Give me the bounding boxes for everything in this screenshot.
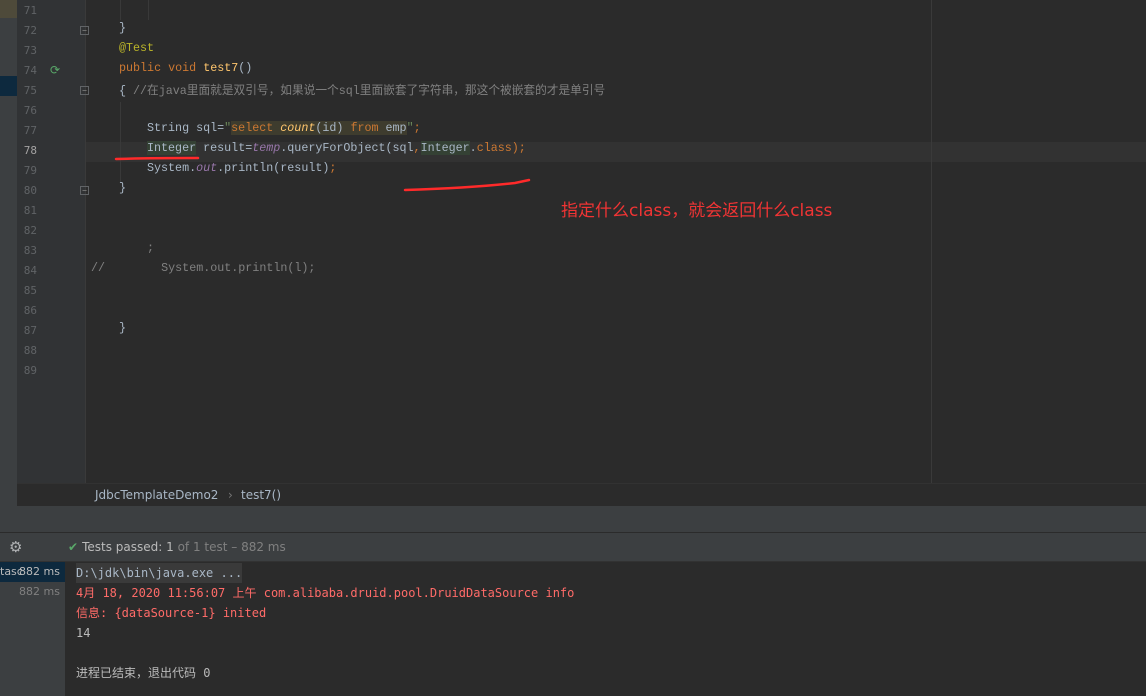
console-line: 信息: {dataSource-1} inited xyxy=(76,606,267,620)
underline-integer xyxy=(114,156,200,161)
test-tree-item[interactable]: tasc 882 ms xyxy=(0,562,65,582)
run-toolbar: ⚙ ✔ Tests passed: 1 of 1 test – 882 ms xyxy=(0,533,1146,562)
breadcrumb-method[interactable]: test7() xyxy=(241,484,281,507)
test-tree: tasc 882 ms 882 ms xyxy=(0,562,65,696)
check-icon: ✔ xyxy=(68,540,79,554)
red-underline-marks xyxy=(114,156,531,192)
console-line: 14 xyxy=(76,626,91,640)
console-line: D:\jdk\bin\java.exe ... xyxy=(76,563,243,583)
breadcrumb-separator: › xyxy=(228,488,233,502)
console-line: 进程已结束，退出代码 0 xyxy=(76,666,211,680)
breadcrumb-class[interactable]: JdbcTemplateDemo2 xyxy=(95,484,218,507)
project-strip xyxy=(0,0,17,506)
breadcrumb: JdbcTemplateDemo2 › test7() xyxy=(17,483,1146,506)
console-line: 4月 18, 2020 11:56:07 上午 com.alibaba.drui… xyxy=(76,586,575,600)
gear-icon[interactable]: ⚙ xyxy=(9,533,22,562)
annotation-text: 指定什么class，就会返回什么class xyxy=(561,201,833,221)
panel-divider[interactable] xyxy=(0,506,1146,533)
console-output[interactable]: D:\jdk\bin\java.exe ... 4月 18, 2020 11:56… xyxy=(66,562,1146,696)
test-status: ✔ Tests passed: 1 of 1 test – 882 ms xyxy=(68,540,286,554)
underline-class xyxy=(403,178,531,192)
code-editor[interactable]: 71 72−73 74 ⟳ 75−76 77 78 79 80−81 82 83 84 85 86 87 88… xyxy=(0,0,1146,483)
test-tree-item[interactable]: 882 ms xyxy=(0,582,65,602)
